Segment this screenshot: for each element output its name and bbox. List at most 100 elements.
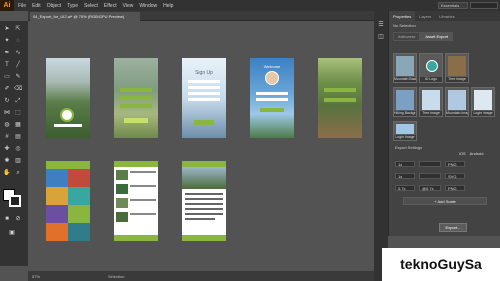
- shaper-tool-icon[interactable]: ✐: [3, 85, 11, 93]
- graph-tool-icon[interactable]: ▥: [14, 157, 22, 165]
- menu-object[interactable]: Object: [47, 3, 61, 9]
- artboard-forest-path[interactable]: [318, 58, 362, 138]
- detail-hero-image: [182, 167, 226, 189]
- tab-libraries[interactable]: Libraries: [435, 11, 458, 21]
- menu-effect[interactable]: Effect: [104, 3, 117, 9]
- tab-layers[interactable]: Layers: [415, 11, 435, 21]
- export-button[interactable]: Export...: [439, 223, 467, 232]
- shape-builder-icon[interactable]: ◍: [3, 121, 11, 129]
- asset-thumb[interactable]: Mountain Image: [445, 87, 469, 117]
- list-text-3: [130, 199, 156, 201]
- signup-title: Sign Up: [195, 70, 213, 76]
- menu-edit[interactable]: Edit: [32, 3, 41, 9]
- eyedropper-icon[interactable]: ✚: [3, 145, 11, 153]
- curvature-tool-icon[interactable]: ∿: [14, 49, 22, 57]
- artboard-forest-signup[interactable]: [114, 58, 158, 138]
- welcome-field-2: [256, 98, 288, 101]
- android-label[interactable]: Android: [470, 151, 484, 156]
- perspective-grid-icon[interactable]: ▦: [14, 121, 22, 129]
- list-thumb-1: [116, 170, 128, 180]
- asset-thumb[interactable]: Tree image: [419, 87, 443, 117]
- blend-tool-icon[interactable]: ◎: [14, 145, 22, 153]
- rectangle-tool-icon[interactable]: ▭: [3, 73, 11, 81]
- scale-row: 1x SVG: [395, 173, 465, 179]
- properties-panel: Properties Layers Libraries No Selection…: [388, 11, 500, 236]
- add-scale-button[interactable]: + Add Scale: [403, 197, 487, 205]
- workspace-switcher[interactable]: Essentials: [438, 2, 468, 9]
- welcome-title: Welcome: [263, 64, 281, 69]
- asset-thumb[interactable]: ID Logo: [419, 53, 443, 83]
- artboard-sign-up[interactable]: Sign Up: [182, 58, 226, 138]
- format-select[interactable]: PNG: [445, 185, 465, 191]
- properties-icon[interactable]: ☰: [377, 21, 385, 29]
- menu-window[interactable]: Window: [139, 3, 157, 9]
- layers-icon[interactable]: ◫: [377, 33, 385, 41]
- suffix-input[interactable]: [419, 161, 441, 167]
- format-select[interactable]: SVG: [445, 173, 465, 179]
- suffix-input[interactable]: @0.7x: [419, 185, 441, 191]
- rotate-tool-icon[interactable]: ↻: [3, 97, 11, 105]
- suffix-input[interactable]: [419, 173, 441, 179]
- hand-tool-icon[interactable]: ✋: [3, 169, 11, 177]
- artboard-icon-grid[interactable]: [46, 161, 90, 241]
- stroke-swatch[interactable]: [9, 195, 21, 207]
- eraser-tool-icon[interactable]: ⌫: [14, 85, 22, 93]
- asset-thumb[interactable]: Tree image: [445, 53, 469, 83]
- zoom-tool-icon[interactable]: ⌕: [14, 169, 22, 177]
- pen-tool-icon[interactable]: ✒: [3, 49, 11, 57]
- gradient-tool-icon[interactable]: ▤: [14, 133, 22, 141]
- status-bar: 57% Selection: [28, 271, 374, 281]
- none-color-icon[interactable]: ⊘: [14, 215, 22, 223]
- detail-text-2: [185, 198, 223, 200]
- format-select[interactable]: PNG: [445, 161, 465, 167]
- lasso-icon[interactable]: ◌: [14, 37, 22, 45]
- canvas[interactable]: Sign Up Welcome: [28, 21, 374, 271]
- scale-select[interactable]: 0.7x: [395, 185, 415, 191]
- direct-selection-tool-icon[interactable]: ⇱: [14, 25, 22, 33]
- mesh-tool-icon[interactable]: #: [3, 133, 11, 141]
- asset-thumb[interactable]: Mountain Background: [393, 53, 417, 83]
- magic-wand-icon[interactable]: ✦: [3, 37, 11, 45]
- export-settings-label[interactable]: Export Settings: [391, 143, 426, 152]
- watermark: teknoGuySa: [382, 248, 500, 281]
- screen-mode-icon[interactable]: ▣: [8, 229, 16, 237]
- zoom-level[interactable]: 57%: [32, 274, 40, 279]
- menu-file[interactable]: File: [18, 3, 26, 9]
- asset-thumb[interactable]: Login image: [471, 87, 495, 117]
- asset-tabs: Artboards Asset Export: [393, 32, 496, 41]
- artboard-mountain-splash[interactable]: [46, 58, 90, 138]
- artboard-article-detail[interactable]: [182, 161, 226, 241]
- asset-thumb[interactable]: Hiking Backgr...: [393, 87, 417, 117]
- menu-help[interactable]: Help: [163, 3, 173, 9]
- field-3: [120, 104, 152, 108]
- type-tool-icon[interactable]: T: [3, 61, 11, 69]
- scale-select[interactable]: 1x: [395, 173, 415, 179]
- tile-5: [46, 205, 68, 223]
- width-tool-icon[interactable]: ⋈: [3, 109, 11, 117]
- ios-label[interactable]: iOS: [459, 151, 466, 156]
- list-thumb-2: [116, 184, 128, 194]
- scale-tool-icon[interactable]: ⤢: [14, 97, 22, 105]
- tab-properties[interactable]: Properties: [389, 11, 416, 21]
- menu-select[interactable]: Select: [84, 3, 98, 9]
- color-mode-icon[interactable]: ■: [3, 215, 11, 223]
- selection-tool-icon[interactable]: ➤: [3, 25, 11, 33]
- tab-artboards[interactable]: Artboards: [393, 32, 421, 41]
- tab-asset-export[interactable]: Asset Export: [420, 32, 454, 41]
- free-transform-icon[interactable]: ⬚: [14, 109, 22, 117]
- artboard-article-list[interactable]: [114, 161, 158, 241]
- symbol-sprayer-icon[interactable]: ✺: [3, 157, 11, 165]
- tile-8: [68, 223, 90, 241]
- selection-status: No Selection: [393, 23, 416, 28]
- brush-tool-icon[interactable]: ✎: [14, 73, 22, 81]
- document-tab[interactable]: 04_Export_for_UI2.ai* @ 75% (RGB/GPU Pre…: [30, 12, 140, 21]
- tool-status: Selection: [108, 274, 125, 279]
- asset-thumb[interactable]: Login Image: [393, 121, 417, 141]
- line-tool-icon[interactable]: ╱: [14, 61, 22, 69]
- search-input[interactable]: [470, 2, 498, 9]
- menu-type[interactable]: Type: [67, 3, 78, 9]
- scale-select[interactable]: 1x: [395, 161, 415, 167]
- tile-3: [46, 187, 68, 205]
- artboard-welcome[interactable]: Welcome: [250, 58, 294, 138]
- menu-view[interactable]: View: [123, 3, 134, 9]
